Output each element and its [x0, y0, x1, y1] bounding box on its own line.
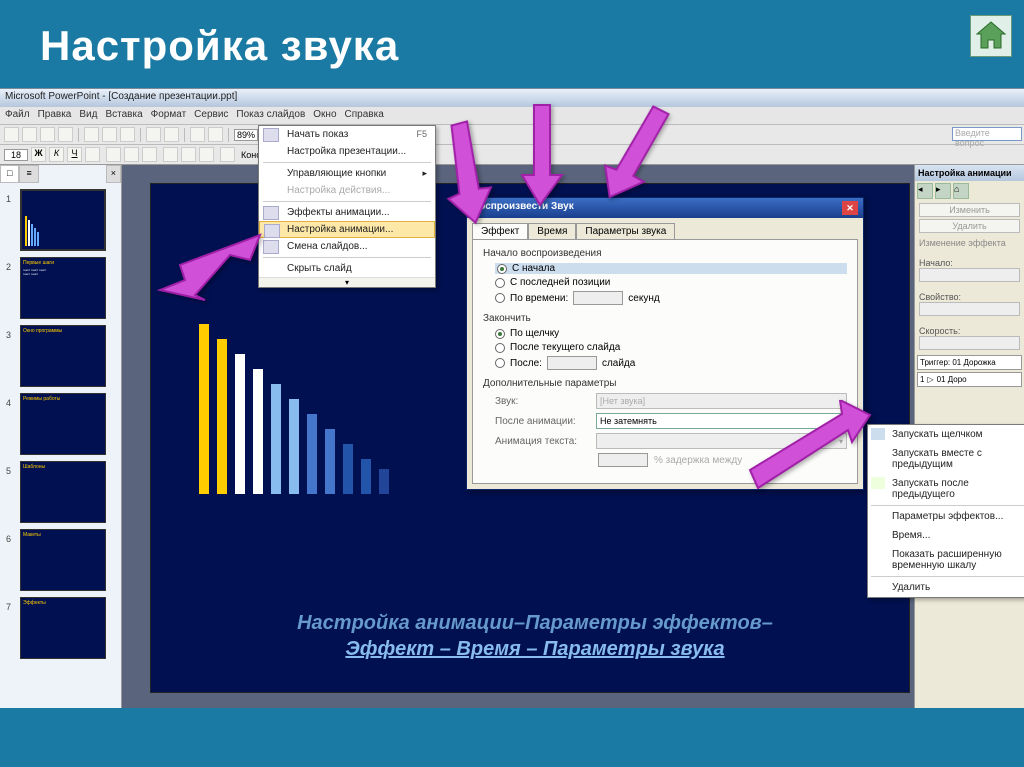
dd-custom-animation[interactable]: Настройка анимации...	[259, 221, 435, 238]
arrow-pointer-3	[510, 95, 580, 220]
tb-color[interactable]	[220, 147, 235, 162]
tb-redo[interactable]	[164, 127, 179, 142]
slide-thumb-4[interactable]: Режимы работы	[20, 393, 106, 455]
dd-expand[interactable]: ▾	[259, 277, 435, 287]
tb-inc[interactable]	[181, 147, 196, 162]
slides-panel: □ ≡ × 1 2Первые шагитекст текст тексттек…	[0, 165, 122, 708]
tb-left[interactable]	[106, 147, 121, 162]
slide-thumb-2[interactable]: Первые шагитекст текст тексттекст текст	[20, 257, 106, 319]
ctx-show-timeline[interactable]: Показать расширенную временную шкалу	[868, 545, 1024, 575]
tb-paste[interactable]	[120, 127, 135, 142]
pane-prop-label: Свойство:	[919, 292, 1020, 302]
grp-extra: Дополнительные параметры	[483, 378, 847, 389]
radio-last-position[interactable]: С последней позиции	[495, 277, 847, 288]
home-icon[interactable]	[970, 15, 1012, 57]
panel-close[interactable]: ×	[106, 165, 121, 183]
tb-right[interactable]	[142, 147, 157, 162]
menu-window[interactable]: Окно	[313, 109, 336, 122]
ctx-delete[interactable]: Удалить	[868, 578, 1024, 597]
slide-caption: Настройка анимации–Параметры эффектов– Э…	[201, 610, 869, 662]
pane-section: Изменение эффекта	[915, 235, 1024, 251]
pane-trigger: Триггер: 01 Дорожка	[917, 355, 1022, 370]
ctx-on-click[interactable]: Запускать щелчком	[868, 425, 1024, 444]
slide-title: Настройка звука	[40, 22, 399, 70]
tb-new[interactable]	[4, 127, 19, 142]
tb-italic[interactable]: К	[49, 147, 64, 162]
question-box[interactable]: Введите вопрос	[952, 127, 1022, 141]
lbl-text-anim: Анимация текста:	[495, 436, 590, 447]
menu-tools[interactable]: Сервис	[194, 109, 228, 122]
slide-bars-graphic	[199, 314, 389, 494]
slide-thumb-6[interactable]: Макеты	[20, 529, 106, 591]
fontsize[interactable]: 18	[4, 149, 28, 161]
pane-back[interactable]: ◂	[917, 183, 933, 199]
tb-copy[interactable]	[102, 127, 117, 142]
tb-cut[interactable]	[84, 127, 99, 142]
arrow-pointer-1	[150, 225, 270, 310]
radio-after-current[interactable]: После текущего слайда	[495, 342, 847, 353]
lbl-sound: Звук:	[495, 396, 590, 407]
tb-chart[interactable]	[208, 127, 223, 142]
tb-save[interactable]	[40, 127, 55, 142]
tb-undo[interactable]	[146, 127, 161, 142]
dd-hide-slide[interactable]: Скрыть слайд	[259, 260, 435, 277]
menu-format[interactable]: Формат	[151, 109, 187, 122]
radio-by-time[interactable]: По времени:секунд	[495, 291, 847, 305]
dd-anim-effects[interactable]: Эффекты анимации...	[259, 204, 435, 221]
tb-underline[interactable]: Ч	[67, 147, 82, 162]
slide-thumb-5[interactable]: Шаблоны	[20, 461, 106, 523]
dd-action-buttons[interactable]: Управляющие кнопки	[259, 165, 435, 182]
pane-delete[interactable]: Удалить	[919, 219, 1020, 233]
tb-center[interactable]	[124, 147, 139, 162]
slide-thumb-1[interactable]	[20, 189, 106, 251]
dd-setup-show[interactable]: Настройка презентации...	[259, 143, 435, 160]
tb-dec[interactable]	[199, 147, 214, 162]
ctx-with-prev[interactable]: Запускать вместе с предыдущим	[868, 444, 1024, 474]
menu-help[interactable]: Справка	[345, 109, 384, 122]
context-menu: Запускать щелчком Запускать вместе с пре…	[867, 424, 1024, 598]
radio-from-start[interactable]: С начала	[495, 263, 847, 274]
slide-thumb-3[interactable]: Окно программы	[20, 325, 106, 387]
tb-print[interactable]	[58, 127, 73, 142]
tab-sound-params[interactable]: Параметры звука	[576, 223, 675, 239]
ctx-timing[interactable]: Время...	[868, 526, 1024, 545]
pane-fwd[interactable]: ▸	[935, 183, 951, 199]
pane-start-label: Начало:	[919, 258, 1020, 268]
menu-insert[interactable]: Вставка	[105, 109, 142, 122]
tb-shadow[interactable]	[85, 147, 100, 162]
grp-stop: Закончить	[483, 313, 847, 324]
tb-bullets[interactable]	[163, 147, 178, 162]
radio-after-n[interactable]: После:слайда	[495, 356, 847, 370]
zoom-combo[interactable]: 89%	[234, 129, 258, 141]
tab-thumbnails[interactable]: □	[0, 165, 19, 183]
tab-time[interactable]: Время	[528, 223, 576, 239]
dd-slide-transition[interactable]: Смена слайдов...	[259, 238, 435, 255]
tab-outline[interactable]: ≡	[19, 165, 38, 183]
delay-label: % задержка между	[654, 455, 742, 466]
dialog-close[interactable]: ✕	[842, 201, 858, 215]
lbl-after-anim: После анимации:	[495, 416, 590, 427]
menu-file[interactable]: Файл	[5, 109, 30, 122]
ctx-effect-params[interactable]: Параметры эффектов...	[868, 507, 1024, 526]
pane-title: Настройка анимации	[915, 165, 1024, 181]
ctx-after-prev[interactable]: Запускать после предыдущего	[868, 474, 1024, 504]
slideshow-dropdown: Начать показF5 Настройка презентации... …	[258, 125, 436, 288]
pane-speed-label: Скорость:	[919, 326, 1020, 336]
menu-edit[interactable]: Правка	[38, 109, 72, 122]
slide-thumb-7[interactable]: Эффекты	[20, 597, 106, 659]
radio-on-click[interactable]: По щелчку	[495, 328, 847, 339]
grp-start: Начало воспроизведения	[483, 248, 847, 259]
tb-bold[interactable]: Ж	[31, 147, 46, 162]
dd-action-settings: Настройка действия...	[259, 182, 435, 199]
tb-open[interactable]	[22, 127, 37, 142]
menu-view[interactable]: Вид	[79, 109, 97, 122]
pane-home[interactable]: ⌂	[953, 183, 969, 199]
pane-change[interactable]: Изменить	[919, 203, 1020, 217]
tb-table[interactable]	[190, 127, 205, 142]
menu-slideshow[interactable]: Показ слайдов	[236, 109, 305, 122]
arrow-pointer-5	[740, 400, 880, 505]
pane-anim-item[interactable]: 1▷01 Доро	[917, 372, 1022, 387]
